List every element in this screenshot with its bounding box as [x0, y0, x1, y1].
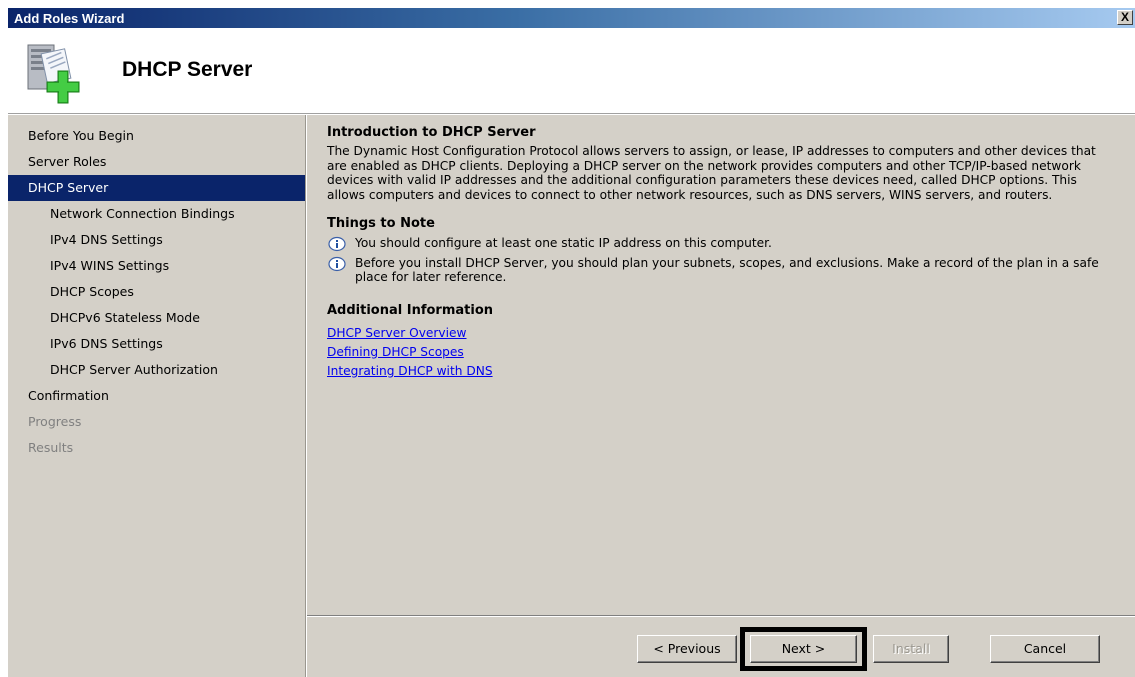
cancel-button[interactable]: Cancel: [990, 635, 1100, 663]
wizard-header: DHCP Server: [8, 28, 1135, 114]
note-item: Before you install DHCP Server, you shou…: [327, 256, 1107, 285]
server-add-icon: [27, 44, 80, 104]
main-content: Introduction to DHCP Server The Dynamic …: [307, 115, 1135, 615]
step-dhcpv6-stateless-mode[interactable]: DHCPv6 Stateless Mode: [8, 305, 305, 331]
intro-heading: Introduction to DHCP Server: [327, 125, 536, 140]
title-bar: Add Roles Wizard X: [8, 8, 1135, 28]
step-before-you-begin[interactable]: Before You Begin: [8, 123, 305, 149]
window-title: Add Roles Wizard: [14, 10, 125, 26]
step-dhcp-server[interactable]: DHCP Server: [8, 175, 305, 201]
wizard-steps-sidebar: Before You Begin Server Roles DHCP Serve…: [8, 115, 306, 677]
info-icon: [328, 256, 346, 271]
step-server-roles[interactable]: Server Roles: [8, 149, 305, 175]
step-ipv4-dns-settings[interactable]: IPv4 DNS Settings: [8, 227, 305, 253]
link-dhcp-server-overview[interactable]: DHCP Server Overview: [327, 324, 1107, 343]
step-dhcp-server-authorization[interactable]: DHCP Server Authorization: [8, 357, 305, 383]
step-dhcp-scopes[interactable]: DHCP Scopes: [8, 279, 305, 305]
link-integrating-dhcp-with-dns[interactable]: Integrating DHCP with DNS: [327, 362, 1107, 381]
info-icon: [328, 236, 346, 252]
additional-info-heading: Additional Information: [327, 302, 494, 318]
step-ipv6-dns-settings[interactable]: IPv6 DNS Settings: [8, 331, 305, 357]
wizard-footer: < Previous Next > Install Cancel: [307, 615, 1135, 677]
close-button[interactable]: X: [1117, 10, 1133, 25]
note-item: You should configure at least one static…: [327, 236, 1107, 252]
page-title: DHCP Server: [122, 58, 253, 81]
previous-button[interactable]: < Previous: [637, 635, 737, 663]
note-text: Before you install DHCP Server, you shou…: [355, 255, 1099, 285]
step-progress: Progress: [28, 414, 82, 429]
intro-paragraph: The Dynamic Host Configuration Protocol …: [327, 144, 1096, 202]
step-ipv4-wins-settings[interactable]: IPv4 WINS Settings: [8, 253, 305, 279]
link-defining-dhcp-scopes[interactable]: Defining DHCP Scopes: [327, 343, 1107, 362]
notes-heading: Things to Note: [327, 216, 435, 231]
step-results: Results: [28, 440, 74, 455]
next-button[interactable]: Next >: [750, 635, 857, 663]
install-button: Install: [873, 635, 949, 663]
step-network-connection-bindings[interactable]: Network Connection Bindings: [8, 201, 305, 227]
step-confirmation[interactable]: Confirmation: [8, 383, 305, 409]
note-text: You should configure at least one static…: [355, 236, 772, 250]
